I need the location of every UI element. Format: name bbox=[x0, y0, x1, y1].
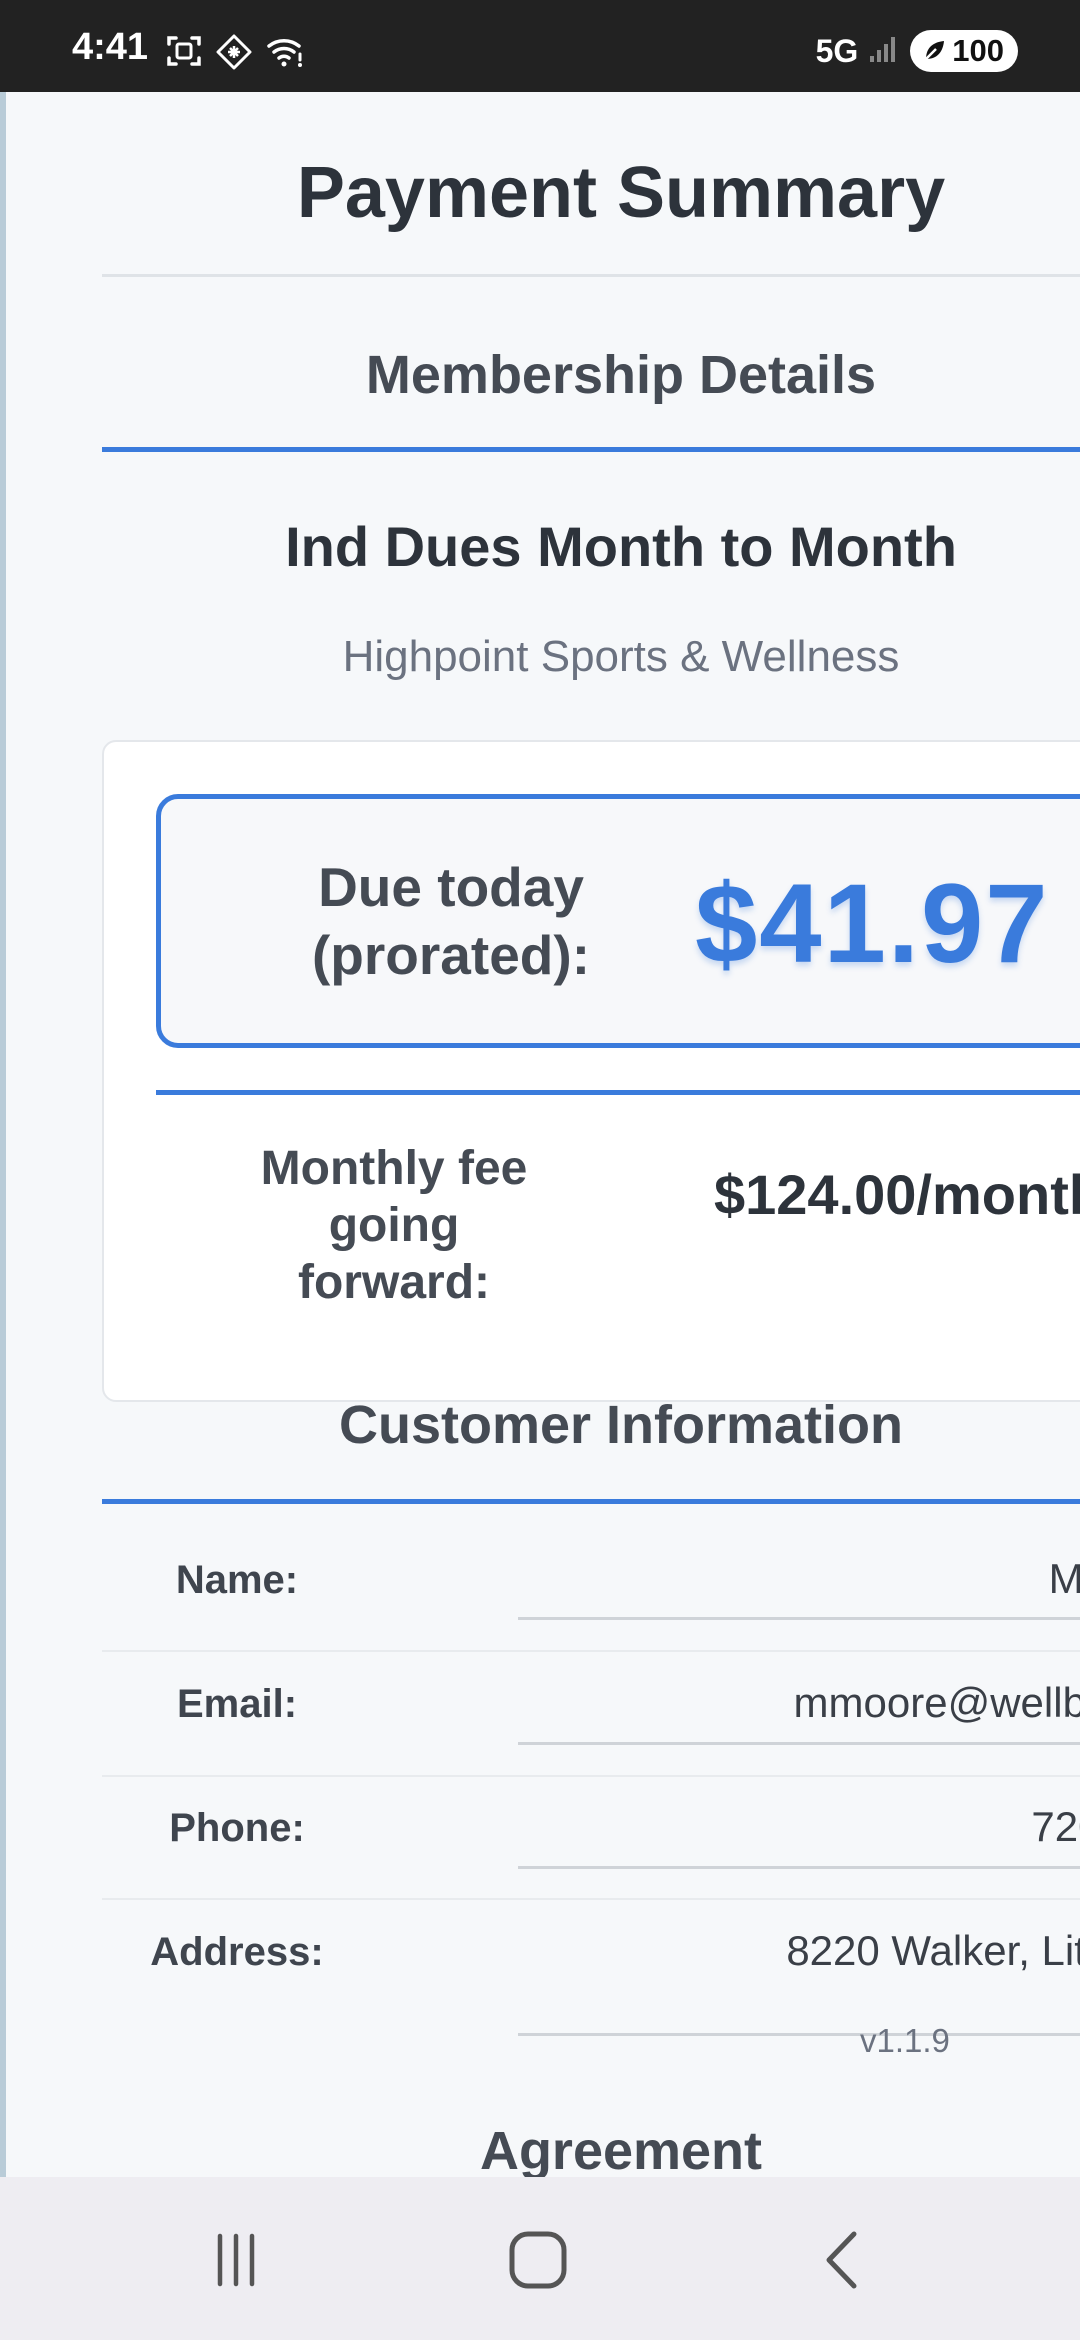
status-time: 4:41 bbox=[72, 26, 149, 68]
back-icon bbox=[826, 2231, 857, 2289]
home-icon bbox=[509, 2231, 567, 2289]
back-button[interactable] bbox=[802, 2225, 882, 2295]
battery-indicator: 100 bbox=[910, 30, 1018, 72]
monthly-fee-value: $124.00/month bbox=[714, 1163, 1080, 1226]
due-today-amount: $41.97 bbox=[695, 861, 1050, 986]
customer-information-rule bbox=[102, 1499, 1080, 1504]
version-tag: v1.1.9 bbox=[860, 2022, 950, 2059]
price-card: Due today (prorated): $41.97 Monthly fee… bbox=[102, 740, 1080, 1402]
price-card-divider bbox=[156, 1090, 1080, 1095]
customer-phone-label: Phone: bbox=[169, 1806, 305, 1850]
due-today-label: Due today (prorated): bbox=[301, 853, 601, 989]
customer-information-heading: Customer Information bbox=[338, 1395, 904, 1455]
customer-name-label: Name: bbox=[175, 1558, 299, 1602]
row-divider bbox=[102, 1898, 1080, 1900]
membership-details-rule bbox=[102, 447, 1080, 452]
monthly-fee-label-line2: forward: bbox=[298, 1256, 490, 1309]
status-bar: 4:41 5G 100 bbox=[0, 0, 1080, 92]
page-title: Payment Summary bbox=[296, 153, 946, 233]
customer-email-value: mmoore@wellbridge.c bbox=[793, 1679, 1080, 1726]
status-notification-icons bbox=[166, 34, 306, 70]
recent-apps-button[interactable] bbox=[196, 2225, 276, 2295]
battery-icon bbox=[925, 41, 945, 60]
home-button[interactable] bbox=[498, 2225, 578, 2295]
status-system-indicators: 5G 100 bbox=[816, 30, 1018, 72]
customer-email-underline bbox=[518, 1742, 1080, 1745]
due-today-label-line2: (prorated): bbox=[311, 924, 591, 986]
app-diamond-icon bbox=[216, 34, 252, 70]
row-divider bbox=[102, 1775, 1080, 1777]
recent-apps-icon bbox=[217, 2233, 255, 2287]
system-navigation-bar bbox=[0, 2177, 1080, 2340]
title-divider bbox=[102, 274, 1080, 277]
page-viewport[interactable]: Payment Summary Membership Details Ind D… bbox=[0, 92, 1080, 2177]
row-divider bbox=[102, 1650, 1080, 1652]
customer-address-line1: 8220 Walker, Littleton , bbox=[786, 1927, 1080, 1974]
customer-address-line2: 801 bbox=[518, 1978, 1080, 2032]
wifi-icon bbox=[266, 34, 306, 70]
network-type-label: 5G bbox=[815, 32, 859, 69]
membership-details-heading: Membership Details bbox=[365, 345, 877, 405]
due-today-label-line1: Due today bbox=[318, 856, 584, 918]
customer-address-underline bbox=[518, 2033, 1080, 2036]
plan-name: Ind Dues Month to Month bbox=[285, 515, 957, 578]
club-name: Highpoint Sports & Wellness bbox=[342, 632, 900, 681]
battery-level: 100 bbox=[952, 33, 1004, 68]
customer-name-underline bbox=[518, 1617, 1080, 1620]
customer-address-label: Address: bbox=[150, 1930, 324, 1974]
customer-name-value: Mark Mo bbox=[1048, 1555, 1080, 1602]
agreement-heading: Agreement bbox=[479, 2121, 763, 2177]
customer-phone-value: 72011122 bbox=[1031, 1803, 1080, 1850]
signal-icon bbox=[868, 34, 900, 69]
due-today-box: Due today (prorated): $41.97 bbox=[156, 794, 1080, 1048]
customer-email-label: Email: bbox=[176, 1682, 298, 1726]
monthly-fee-label: Monthly fee going forward: bbox=[194, 1140, 594, 1311]
monthly-fee-label-line1: Monthly fee going bbox=[260, 1142, 528, 1252]
viewport-left-edge bbox=[0, 92, 6, 2177]
customer-phone-underline bbox=[518, 1866, 1080, 1869]
screenshot-icon bbox=[166, 34, 202, 70]
